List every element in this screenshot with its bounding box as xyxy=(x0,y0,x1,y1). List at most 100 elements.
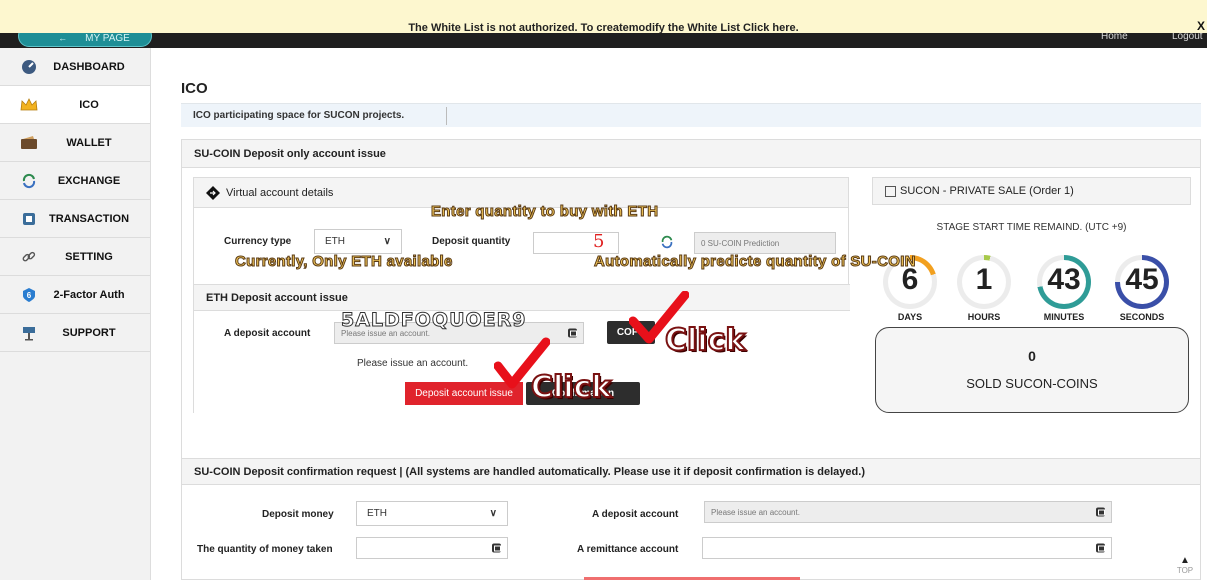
caret-up-icon: ▲ xyxy=(1180,555,1190,566)
support-sign-icon xyxy=(20,324,38,342)
private-sale-panel: SUCON - PRIVATE SALE (Order 1) STAGE STA… xyxy=(872,177,1191,413)
sidebar-item-wallet[interactable]: WALLET xyxy=(0,124,150,162)
deposit-confirmation-title: SU-COIN Deposit confirmation request | (… xyxy=(182,459,1200,485)
stage-start-text: STAGE START TIME REMAIND. (UTC +9) xyxy=(936,222,1127,233)
remittance-account-input[interactable] xyxy=(702,537,1112,559)
countdown-seconds: 45 SECONDS xyxy=(1112,255,1172,322)
quantity-taken-label: The quantity of money taken xyxy=(197,544,333,555)
logout-link[interactable]: Logout xyxy=(1172,33,1203,42)
two-factor-shield-icon: 6 xyxy=(20,286,38,304)
deposit-account-label: A deposit account xyxy=(224,328,311,339)
sold-coins-box: 0 SOLD SUCON-COINS xyxy=(875,327,1189,413)
confirm-deposit-account-label: A deposit account xyxy=(592,509,679,520)
top-navbar: ←MY PAGE→ Home Logout xyxy=(0,33,1207,48)
page-title: ICO xyxy=(181,80,208,97)
home-link[interactable]: Home xyxy=(1101,33,1128,42)
copy-icon xyxy=(492,543,501,553)
sidebar-item-label: SETTING xyxy=(65,250,113,263)
overlay-click-issue: Click xyxy=(530,369,612,406)
sidebar-item-2fa[interactable]: 6 2-Factor Auth xyxy=(0,276,150,314)
copy-icon xyxy=(568,328,577,338)
confirm-deposit-account-field: Please issue an account. xyxy=(704,501,1112,523)
deposit-quantity-input[interactable] xyxy=(533,232,619,254)
overlay-address-text: 5ALDFOQUOER9 xyxy=(341,309,527,332)
sidebar-item-label: EXCHANGE xyxy=(57,174,121,187)
intro-divider xyxy=(446,107,447,125)
chevron-down-icon: ∨ xyxy=(383,236,391,247)
overlay-quantity-value: 5 xyxy=(593,231,605,252)
confirm-deposit-account-placeholder: Please issue an account. xyxy=(711,507,800,517)
sold-coins-label: SOLD SUCON-COINS xyxy=(966,376,1098,391)
countdown-minutes: 43 MINUTES xyxy=(1034,255,1094,322)
sidebar-item-exchange[interactable]: EXCHANGE xyxy=(0,162,150,200)
remittance-account-label: A remittance account xyxy=(577,544,679,555)
sidebar-item-support[interactable]: SUPPORT xyxy=(0,314,150,352)
countdown-label: MINUTES xyxy=(1043,312,1085,322)
sidebar-item-setting[interactable]: SETTING xyxy=(0,238,150,276)
countdown-ring: 43 xyxy=(1037,255,1091,309)
sold-coins-value: 0 xyxy=(1028,348,1036,364)
dashboard-gauge-icon xyxy=(20,58,38,76)
deposit-issue-panel: SU-COIN Deposit only account issue Virtu… xyxy=(181,139,1201,492)
deposit-quantity-label: Deposit quantity xyxy=(432,236,511,247)
intro-bar: ICO participating space for SUCON projec… xyxy=(181,103,1201,127)
sucoin-prediction-field: 0 SU-COIN Prediction xyxy=(694,232,836,254)
calendar-icon xyxy=(885,185,896,197)
deposit-money-value: ETH xyxy=(367,508,387,519)
countdown-label: SECONDS xyxy=(1119,312,1165,322)
countdown-label: HOURS xyxy=(967,312,1001,322)
currency-type-select[interactable]: ETH ∨ xyxy=(314,229,402,254)
countdown-value: 43 xyxy=(1047,263,1081,296)
virtual-account-title: Virtual account details xyxy=(226,186,334,199)
countdown-value: 45 xyxy=(1125,263,1159,296)
issue-account-hint: Please issue an account. xyxy=(357,358,469,369)
copy-icon xyxy=(1096,507,1105,517)
exchange-icon xyxy=(660,235,674,249)
scroll-top-button[interactable]: ▲ TOP xyxy=(1173,555,1197,580)
countdown-label: DAYS xyxy=(897,312,923,322)
sidebar-item-label: TRANSACTION xyxy=(48,212,130,225)
my-page-label: MY PAGE xyxy=(85,33,130,44)
eth-deposit-title: ETH Deposit account issue xyxy=(194,285,850,311)
intro-text: ICO participating space for SUCON projec… xyxy=(193,110,405,121)
countdown-value: 1 xyxy=(975,263,993,296)
whitelist-notice-bar[interactable]: The White List is not authorized. To cre… xyxy=(0,0,1207,34)
quantity-taken-input[interactable] xyxy=(356,537,508,559)
private-sale-title: SUCON - PRIVATE SALE (Order 1) xyxy=(900,185,1074,197)
countdown-ring: 1 xyxy=(957,255,1011,309)
currency-type-value: ETH xyxy=(325,236,345,247)
overlay-only-eth: Currently, Only ETH available xyxy=(235,253,453,271)
deposit-money-select[interactable]: ETH ∨ xyxy=(356,501,508,526)
countdown-ring: 45 xyxy=(1115,255,1169,309)
overlay-click-copy: Click xyxy=(664,322,746,359)
my-page-button[interactable]: ←MY PAGE→ xyxy=(18,33,152,47)
private-sale-header: SUCON - PRIVATE SALE (Order 1) xyxy=(872,177,1191,205)
sidebar-item-label: 2-Factor Auth xyxy=(53,288,125,301)
sidebar-item-label: SUPPORT xyxy=(62,326,116,339)
diamond-arrow-icon xyxy=(206,185,220,200)
transaction-icon xyxy=(20,210,38,228)
copy-icon xyxy=(1096,543,1105,553)
deposit-money-label: Deposit money xyxy=(262,509,334,520)
sidebar-item-label: ICO xyxy=(79,98,99,111)
wallet-icon xyxy=(20,134,38,152)
countdown-hours: 1 HOURS xyxy=(954,255,1014,322)
sidebar-item-transaction[interactable]: TRANSACTION xyxy=(0,200,150,238)
crown-icon xyxy=(20,96,38,114)
sidebar-item-ico[interactable]: ICO xyxy=(0,86,150,124)
main-content: ICO ICO participating space for SUCON pr… xyxy=(151,48,1207,580)
overlay-enter-quantity: Enter quantity to buy with ETH xyxy=(430,203,659,221)
overlay-auto-predict: Automatically predicte quantity of SU-CO… xyxy=(594,253,917,271)
sidebar-item-label: DASHBOARD xyxy=(53,60,125,73)
svg-text:6: 6 xyxy=(27,291,32,300)
sidebar-item-dashboard[interactable]: DASHBOARD xyxy=(0,48,150,86)
deposit-confirmation-panel: SU-COIN Deposit confirmation request | (… xyxy=(181,458,1201,580)
currency-type-label: Currency type xyxy=(224,236,292,247)
sidebar: DASHBOARD ICO WALLET EXCHANGE TRANSACTIO… xyxy=(0,48,151,580)
chevron-down-icon: ∨ xyxy=(489,508,497,519)
scroll-top-label: TOP xyxy=(1176,566,1194,575)
setting-link-icon xyxy=(20,248,38,266)
close-notice-button[interactable]: X xyxy=(1197,19,1205,33)
deposit-issue-panel-title: SU-COIN Deposit only account issue xyxy=(182,140,1200,168)
sidebar-item-label: WALLET xyxy=(66,136,112,149)
